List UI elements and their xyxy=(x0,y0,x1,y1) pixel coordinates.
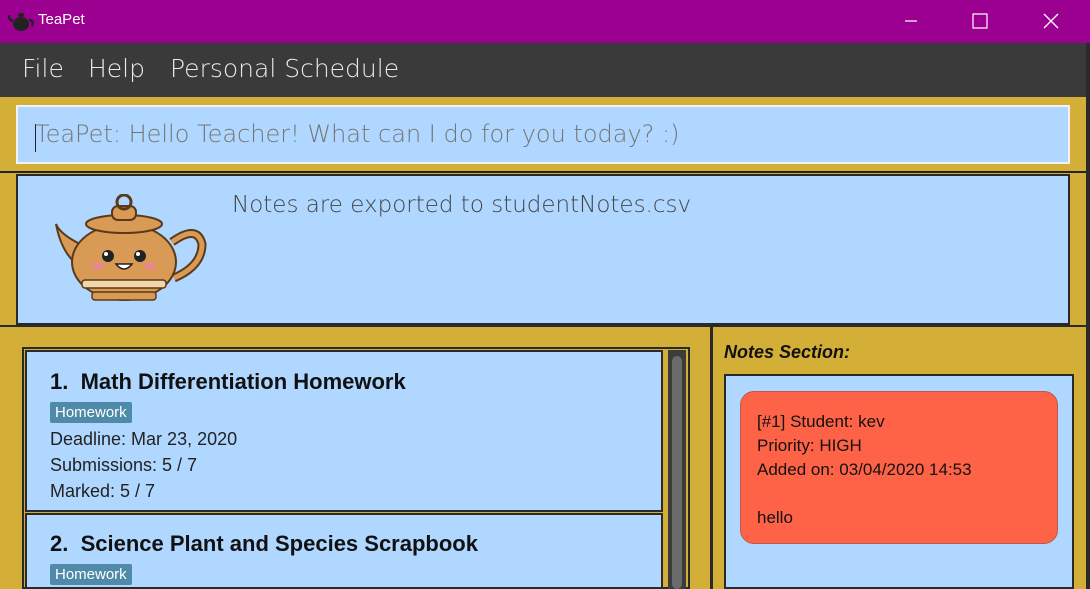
note-card[interactable]: [#1] Student: kev Priority: HIGH Added o… xyxy=(740,391,1058,544)
menu-file[interactable]: File xyxy=(22,54,64,83)
assignment-title-text: Math Differentiation Homework xyxy=(80,369,406,394)
result-display: Notes are exported to studentNotes.csv xyxy=(16,174,1070,325)
assignment-deadline: Deadline: Mar 23, 2020 xyxy=(50,429,238,449)
window-right-border xyxy=(1086,43,1090,589)
assignment-index: 1. xyxy=(50,369,69,394)
title-bar: TeaPet xyxy=(0,0,1090,43)
close-button[interactable] xyxy=(1028,0,1074,43)
teapot-app-icon xyxy=(8,13,34,31)
teapot-mascot-icon xyxy=(55,194,207,301)
result-message: Notes are exported to studentNotes.csv xyxy=(232,192,692,218)
section-divider xyxy=(0,325,1086,327)
minimize-icon xyxy=(905,20,917,22)
assignment-card[interactable]: 2. Science Plant and Species Scrapbook H… xyxy=(25,513,663,589)
assignment-submissions: Submissions: 5 / 7 xyxy=(50,455,198,475)
menu-bar: File Help Personal Schedule xyxy=(0,43,1086,97)
notes-section-heading: Notes Section: xyxy=(724,342,851,362)
maximize-icon xyxy=(972,13,988,29)
menu-personal-schedule[interactable]: Personal Schedule xyxy=(170,54,399,83)
note-spacer xyxy=(757,482,1041,506)
command-input[interactable] xyxy=(35,120,1035,148)
assignment-title-text: Science Plant and Species Scrapbook xyxy=(80,531,478,556)
assignment-marked: Marked: 5 / 7 xyxy=(50,481,156,501)
minimize-button[interactable] xyxy=(888,0,934,43)
window-title: TeaPet xyxy=(38,11,85,28)
maximize-button[interactable] xyxy=(957,0,1003,43)
command-box[interactable] xyxy=(16,105,1070,164)
assignment-title: 1. Math Differentiation Homework xyxy=(50,369,406,395)
note-content: hello xyxy=(757,508,793,527)
menu-help[interactable]: Help xyxy=(88,54,145,83)
column-divider[interactable] xyxy=(710,325,713,589)
assignment-index: 2. xyxy=(50,531,69,556)
close-icon xyxy=(1043,13,1059,29)
assignment-title: 2. Science Plant and Species Scrapbook xyxy=(50,531,478,557)
assignment-card[interactable]: 1. Math Differentiation Homework Homewor… xyxy=(25,350,663,512)
list-scroll-thumb[interactable] xyxy=(672,356,682,589)
command-area xyxy=(0,97,1086,173)
note-added-on: Added on: 03/04/2020 14:53 xyxy=(757,460,972,479)
assignment-tag: Homework xyxy=(50,402,132,423)
note-priority: Priority: HIGH xyxy=(757,436,862,455)
assignment-tag: Homework xyxy=(50,564,132,585)
note-header: [#1] Student: kev xyxy=(757,412,885,431)
